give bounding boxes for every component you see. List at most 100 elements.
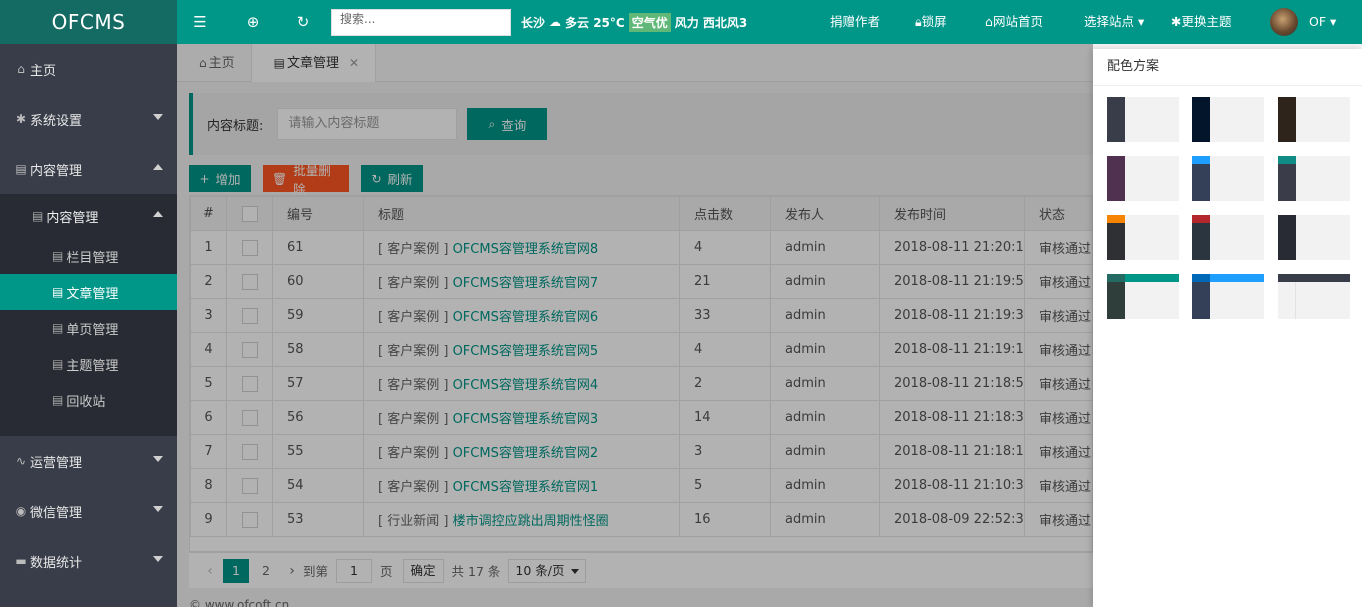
swatch-header [1296,274,1350,282]
avatar[interactable] [1270,8,1298,36]
air-quality-badge: 空气优 [628,12,671,32]
lock-screen-link[interactable]: 🔒︎锁屏 [915,0,947,44]
sidebar-item-label: 栏目管理 [66,250,119,266]
theme-swatch[interactable] [1192,215,1264,260]
sidebar-item-label: 主题管理 [66,358,119,374]
chevron-up-icon [153,164,163,170]
wechat-icon: ◉ [15,504,27,518]
sidebar-item-home[interactable]: ⌂ 主页 [0,44,177,94]
search-input[interactable]: 搜索... [331,8,511,36]
swatch-logo [1107,156,1125,164]
home-icon: ⌂ [17,62,25,76]
theme-swatch[interactable] [1278,274,1350,319]
select-site-dropdown[interactable]: 选择站点 ▾ [1084,0,1144,44]
sidebar-item-content-management[interactable]: ▤ 内容管理 [0,144,177,194]
swatch-header [1125,97,1179,105]
sidebar-item-label: 回收站 [66,394,106,410]
theme-swatch[interactable] [1278,156,1350,201]
user-menu[interactable]: OF ▾ [1309,0,1336,44]
swatch-logo [1192,97,1210,105]
globe-icon[interactable]: ⊕ [223,13,283,31]
sidebar-subitem-column[interactable]: ▤ 栏目管理 [0,238,177,274]
chevron-down-icon [153,506,163,512]
theme-swatch[interactable] [1107,274,1179,319]
wind-text: 风力 西北风3 [674,15,748,30]
weather-widget: 长沙 ☁ 多云 25°C 空气优 风力 西北风3 [521,12,748,32]
chevron-down-icon [153,114,163,120]
document-icon: ▤ [52,357,64,371]
swatch-header [1210,97,1264,105]
theme-swatch[interactable] [1278,97,1350,142]
swatch-logo [1107,97,1125,105]
sidebar-item-label: 内容管理 [46,210,99,226]
sidebar-item-label: 单页管理 [66,322,119,338]
swatch-header [1296,215,1350,223]
change-theme-label: 更换主题 [1181,14,1232,29]
theme-swatch[interactable] [1192,156,1264,201]
theme-swatch[interactable] [1107,215,1179,260]
weather-text: 多云 25°C [565,15,625,30]
sidebar-item-label: 文章管理 [66,286,119,302]
lock-label: 锁屏 [921,14,947,29]
theme-swatch[interactable] [1278,215,1350,260]
chevron-down-icon [153,456,163,462]
sidebar-item-operations[interactable]: ∿ 运营管理 [0,436,177,486]
theme-swatch[interactable] [1192,274,1264,319]
sidebar-item-label: 运营管理 [30,455,83,471]
sidebar-subitem-topics[interactable]: ▤ 主题管理 [0,346,177,382]
theme-swatch[interactable] [1107,156,1179,201]
swatch-header [1296,156,1350,164]
sidebar: OFCMS ⌂ 主页 ✱ 系统设置 ▤ 内容管理 ▤ 内容管理 ▤ 栏目管理 ▤… [0,0,177,607]
swatch-header [1210,215,1264,223]
swatch-header [1210,156,1264,164]
theme-panel: 配色方案 [1093,49,1362,607]
sidebar-item-label: 数据统计 [30,555,83,571]
chevron-down-icon: ▾ [1138,14,1145,29]
document-icon: ▤ [52,393,64,407]
sidebar-subitem-articles[interactable]: ▤ 文章管理 [0,274,177,310]
modal-overlay[interactable] [177,44,1093,607]
chevron-down-icon: ▾ [1330,14,1337,29]
app-logo[interactable]: OFCMS [0,0,177,44]
swatch-logo [1192,274,1210,282]
theme-swatch[interactable] [1192,97,1264,142]
swatch-logo [1192,156,1210,164]
site-home-label: 网站首页 [992,14,1043,29]
swatch-header [1125,215,1179,223]
lock-icon: 🔒︎ [915,14,922,29]
swatch-logo [1192,215,1210,223]
sidebar-item-system-settings[interactable]: ✱ 系统设置 [0,94,177,144]
site-home-link[interactable]: ⌂网站首页 [985,0,1043,44]
sidebar-subitem-single-page[interactable]: ▤ 单页管理 [0,310,177,346]
sidebar-item-label: 主页 [30,63,57,79]
swatch-header [1296,97,1350,105]
sidebar-item-statistics[interactable]: ▬ 数据统计 [0,536,177,586]
sidebar-item-label: 系统设置 [30,113,83,129]
swatch-header [1210,274,1264,282]
theme-panel-title: 配色方案 [1093,49,1362,86]
chevron-up-icon [153,211,163,217]
document-icon: ▤ [15,162,27,176]
theme-swatch[interactable] [1107,97,1179,142]
donate-link[interactable]: 捐赠作者 [830,0,880,44]
sidebar-item-wechat[interactable]: ◉ 微信管理 [0,486,177,536]
cloud-icon: ☁ [549,15,562,29]
sidebar-subitem-content-management[interactable]: ▤ 内容管理 [0,194,177,238]
document-icon: ▤ [52,249,64,263]
home-icon: ⌂ [985,14,993,29]
swatch-logo [1107,215,1125,223]
chevron-down-icon [153,556,163,562]
change-theme-link[interactable]: ✱更换主题 [1171,0,1232,44]
menu-toggle-icon[interactable]: ☰ [177,13,223,31]
swatch-logo [1278,156,1296,164]
select-site-label: 选择站点 [1084,14,1135,29]
document-icon: ▤ [52,285,64,299]
sidebar-item-label: 内容管理 [30,163,83,179]
refresh-icon[interactable]: ↻ [283,13,323,31]
gear-icon: ✱ [1171,14,1182,29]
swatch-header [1125,156,1179,164]
search-placeholder: 搜索... [340,11,376,26]
sidebar-subitem-recycle-bin[interactable]: ▤ 回收站 [0,382,177,418]
swatch-logo [1278,97,1296,105]
swatch-logo [1107,274,1125,282]
